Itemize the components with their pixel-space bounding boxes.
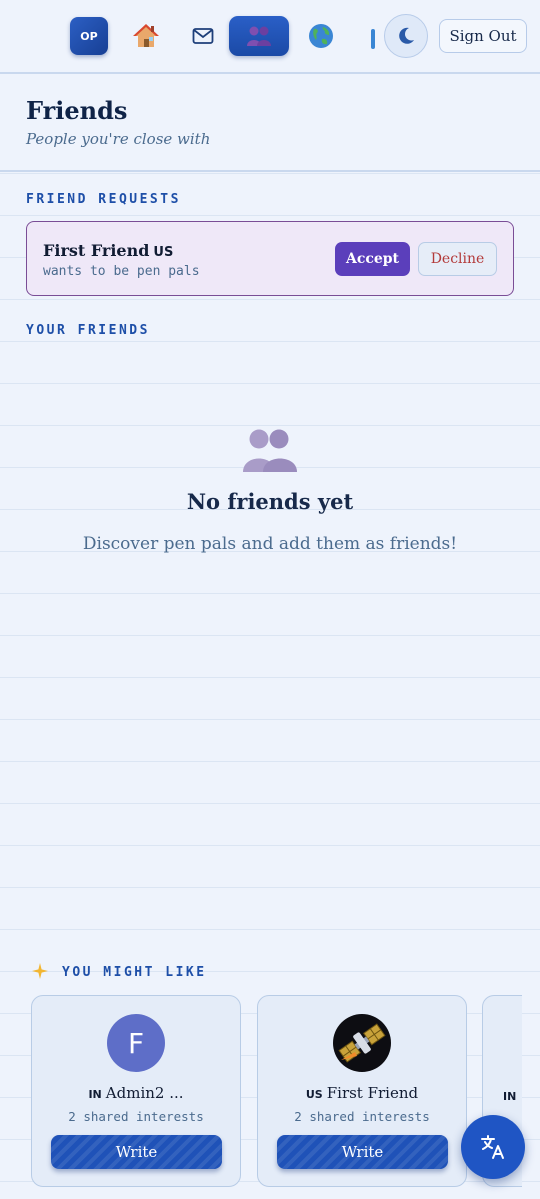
moon-icon [399,27,414,44]
shared-interests: 2 shared interests [294,1109,430,1124]
suggestion-name: First Friend [326,1084,419,1102]
suggestion-name-line: IN Admin2 ... [32,1084,240,1102]
country-flag: US [305,1088,323,1101]
friends-icon [243,429,297,472]
your-friends-heading: YOUR FRIENDS [26,323,150,338]
suggestion-card[interactable]: F IN Admin2 ... 2 shared interests Write [31,995,241,1187]
nav-explore-button[interactable] [300,16,342,56]
friend-requests-heading: FRIEND REQUESTS [26,192,181,207]
nav-mail-button[interactable] [183,16,223,56]
page-title: Friends [26,96,128,125]
avatar: F [107,1014,165,1072]
friend-request-card: First Friend US wants to be pen pals Acce… [26,221,514,296]
page-subtitle: People you're close with [26,130,211,148]
sign-out-button[interactable]: Sign Out [439,19,527,53]
partial-nav-icon [371,29,375,49]
you-might-like-heading: YOU MIGHT LIKE [62,965,207,980]
requester-country-flag: US [153,245,174,260]
envelope-icon [192,28,214,44]
theme-toggle-button[interactable] [384,14,428,58]
country-flag: IN [88,1088,102,1101]
requester-name-line: First Friend US [43,241,173,260]
empty-state-text: Discover pen pals and add them as friend… [82,534,458,554]
write-button[interactable]: Write [51,1135,222,1169]
suggestion-card[interactable]: US First Friend 2 shared interests Write [257,995,467,1187]
decline-button[interactable]: Decline [418,242,497,276]
empty-state-title: No friends yet [186,489,354,514]
request-message: wants to be pen pals [43,264,200,279]
nav-home-button[interactable] [126,16,166,56]
translate-icon [481,1135,504,1159]
suggestion-name: Admin2 ... [105,1084,184,1102]
accept-button[interactable]: Accept [335,242,410,276]
shared-interests: 2 shared interests [68,1109,204,1124]
friends-icon [247,26,271,46]
translate-button[interactable] [461,1115,525,1179]
globe-icon [309,24,333,48]
app-logo[interactable]: OP [70,17,108,55]
page-header: Friends People you're close with [0,76,540,172]
nav-more-button[interactable] [368,16,378,56]
suggestion-name-line: US First Friend [258,1084,466,1102]
avatar [333,1014,391,1072]
write-button[interactable]: Write [277,1135,448,1169]
satellite-icon [338,1023,386,1063]
house-icon [133,24,159,47]
nav-friends-button[interactable] [229,16,289,56]
sparkle-icon [32,963,48,983]
country-flag: IN [503,1090,517,1103]
top-nav: OP Sign Out [0,0,540,74]
requester-name: First Friend [43,241,150,260]
